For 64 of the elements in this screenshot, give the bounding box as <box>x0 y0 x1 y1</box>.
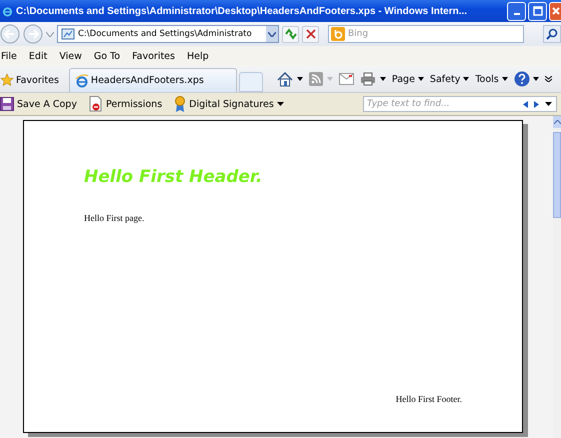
command-menu-button[interactable]: Safety <box>430 74 470 84</box>
minimize-icon <box>514 13 520 15</box>
search-button[interactable] <box>543 25 561 43</box>
caret-icon <box>554 120 560 124</box>
previous-icon[interactable] <box>523 100 528 108</box>
refresh-icon <box>284 28 298 40</box>
printer-icon[interactable] <box>360 72 376 86</box>
maximize-icon <box>532 6 542 16</box>
caret-icon <box>532 77 539 81</box>
caret-icon <box>326 77 333 81</box>
caret-icon <box>463 77 470 81</box>
award-ribbon-icon <box>174 96 186 112</box>
command-menu-button[interactable]: Tools <box>475 74 508 84</box>
help-button[interactable] <box>514 71 539 87</box>
page-header: Hello First Header. <box>84 167 262 187</box>
menu-item[interactable]: Edit <box>28 50 48 62</box>
menu-item[interactable]: Favorites <box>132 50 175 62</box>
menu-item[interactable]: Go To <box>94 50 120 62</box>
help-icon <box>514 71 530 87</box>
chevron-icon[interactable] <box>544 76 552 82</box>
address-bar[interactable]: C:\Documents and Settings\Administrato <box>57 25 279 43</box>
search-bar[interactable]: Bing <box>328 25 524 43</box>
caret-icon[interactable] <box>296 77 303 81</box>
find-bar[interactable]: Type text to find... <box>363 96 557 112</box>
mail-icon[interactable] <box>338 73 354 85</box>
browser-logo-icon <box>2 5 13 17</box>
close-button[interactable] <box>549 2 561 20</box>
stop-button[interactable] <box>302 26 319 42</box>
caret-icon <box>502 77 508 81</box>
scroll-thumb[interactable] <box>553 132 561 218</box>
signatures-button[interactable]: Digital Signatures <box>174 96 284 112</box>
maximize-button[interactable] <box>528 2 547 20</box>
caret-icon <box>418 77 424 81</box>
page-text: Hello First page. <box>84 213 144 223</box>
menu-item[interactable]: Help <box>186 50 209 62</box>
search-provider-icon <box>331 27 345 41</box>
browser-tab[interactable]: HeadersAndFooters.xps <box>68 68 237 92</box>
star-icon <box>0 73 14 87</box>
caret-icon <box>268 32 276 36</box>
next-icon[interactable] <box>534 100 539 108</box>
caret-icon[interactable] <box>545 102 552 106</box>
permissions-button[interactable]: Permissions <box>88 96 162 112</box>
document-blocked-icon <box>88 96 103 112</box>
caret-icon[interactable] <box>380 77 386 81</box>
caret-icon <box>276 102 284 106</box>
refresh-button[interactable] <box>282 26 299 42</box>
home-icon[interactable] <box>276 72 293 86</box>
feed-icon[interactable] <box>308 72 323 86</box>
save-copy-button[interactable]: Save A Copy <box>0 97 77 111</box>
menu-item[interactable]: View <box>59 50 82 62</box>
command-menu-button[interactable]: Page <box>392 74 424 84</box>
page-icon <box>61 27 75 41</box>
minimize-button[interactable] <box>507 2 526 20</box>
close-icon <box>306 29 316 39</box>
browser-logo-icon <box>74 74 89 88</box>
search-icon <box>546 28 558 40</box>
address-dropdown-button[interactable] <box>266 26 278 42</box>
scroll-up-button[interactable] <box>553 116 561 128</box>
favorites-button[interactable]: Favorites <box>0 68 69 92</box>
menu-item[interactable]: File <box>1 50 17 62</box>
window-title: C:\Documents and Settings\Administrator\Desktop\HeadersAndFooters.xps - Windows Intern... <box>16 6 468 16</box>
page-footer: Hello First Footer. <box>396 394 462 404</box>
close-icon <box>550 6 560 16</box>
address-field[interactable]: C:\Documents and Settings\Administrato <box>78 29 263 39</box>
